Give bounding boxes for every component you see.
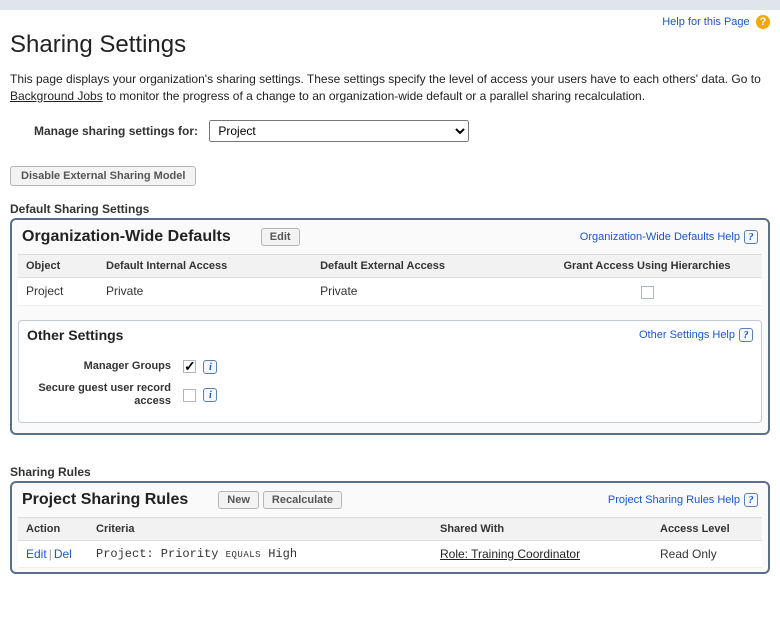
- help-icon[interactable]: ?: [756, 15, 770, 29]
- rules-help-link[interactable]: Project Sharing Rules Help: [608, 494, 740, 506]
- manager-groups-label: Manager Groups: [19, 355, 179, 378]
- other-help-link[interactable]: Other Settings Help: [639, 329, 735, 341]
- info-icon[interactable]: i: [203, 388, 217, 402]
- owd-help-link[interactable]: Organization-Wide Defaults Help: [580, 231, 740, 243]
- owd-cell-object: Project: [18, 278, 98, 305]
- table-row: Edit|Del Project: Priority EQUALS High R…: [18, 540, 762, 567]
- sharing-rules-panel: Project Sharing Rules New Recalculate Pr…: [10, 481, 770, 574]
- rules-new-button[interactable]: New: [218, 491, 259, 509]
- rules-col-shared: Shared With: [432, 517, 652, 540]
- owd-table: Object Default Internal Access Default E…: [18, 254, 762, 305]
- rule-criteria: Project: Priority EQUALS High: [88, 540, 432, 567]
- owd-edit-button[interactable]: Edit: [261, 228, 300, 246]
- owd-title: Organization-Wide Defaults: [22, 228, 231, 246]
- default-sharing-panel: Organization-Wide Defaults Edit Organiza…: [10, 218, 770, 435]
- intro-text: This page displays your organization's s…: [10, 71, 770, 105]
- owd-col-object: Object: [18, 255, 98, 278]
- rules-title: Project Sharing Rules: [22, 491, 188, 509]
- manage-select[interactable]: Project: [209, 120, 469, 142]
- rules-table: Action Criteria Shared With Access Level…: [18, 517, 762, 568]
- table-row: Project Private Private: [18, 278, 762, 305]
- owd-cell-internal: Private: [98, 278, 312, 305]
- default-sharing-section-label: Default Sharing Settings: [10, 202, 770, 216]
- disable-external-sharing-button[interactable]: Disable External Sharing Model: [10, 166, 196, 186]
- info-icon[interactable]: ?: [744, 493, 758, 507]
- background-jobs-link[interactable]: Background Jobs: [10, 89, 103, 103]
- intro-part-1: This page displays your organization's s…: [10, 72, 761, 86]
- owd-cell-external: Private: [312, 278, 532, 305]
- info-icon[interactable]: ?: [744, 230, 758, 244]
- intro-part-2: to monitor the progress of a change to a…: [103, 89, 645, 103]
- secure-guest-label: Secure guest user record access: [19, 378, 179, 412]
- info-icon[interactable]: ?: [739, 328, 753, 342]
- owd-cell-grant: [532, 278, 762, 305]
- rule-edit-link[interactable]: Edit: [26, 547, 47, 561]
- crit-field: Project: Priority: [96, 547, 218, 561]
- page-title: Sharing Settings: [10, 31, 770, 59]
- manage-label: Manage sharing settings for:: [34, 124, 198, 138]
- crit-op: EQUALS: [226, 550, 261, 560]
- rule-shared-link[interactable]: Role: Training Coordinator: [440, 547, 580, 561]
- info-icon[interactable]: i: [203, 360, 217, 374]
- rules-col-access: Access Level: [652, 517, 762, 540]
- other-settings-panel: Other Settings Other Settings Help ? Man…: [18, 320, 762, 423]
- crit-val: High: [268, 547, 297, 561]
- rule-access: Read Only: [652, 540, 762, 567]
- owd-col-internal: Default Internal Access: [98, 255, 312, 278]
- secure-guest-checkbox[interactable]: [183, 389, 196, 402]
- other-title: Other Settings: [27, 327, 123, 343]
- rule-del-link[interactable]: Del: [54, 547, 72, 561]
- owd-col-external: Default External Access: [312, 255, 532, 278]
- rules-recalc-button[interactable]: Recalculate: [263, 491, 342, 509]
- rules-col-action: Action: [18, 517, 88, 540]
- separator: |: [49, 547, 52, 561]
- help-for-page-link[interactable]: Help for this Page: [662, 16, 749, 28]
- grant-checkbox[interactable]: [641, 286, 654, 299]
- owd-col-grant: Grant Access Using Hierarchies: [532, 255, 762, 278]
- sharing-rules-section-label: Sharing Rules: [10, 465, 770, 479]
- manager-groups-checkbox[interactable]: [183, 360, 196, 373]
- rules-col-criteria: Criteria: [88, 517, 432, 540]
